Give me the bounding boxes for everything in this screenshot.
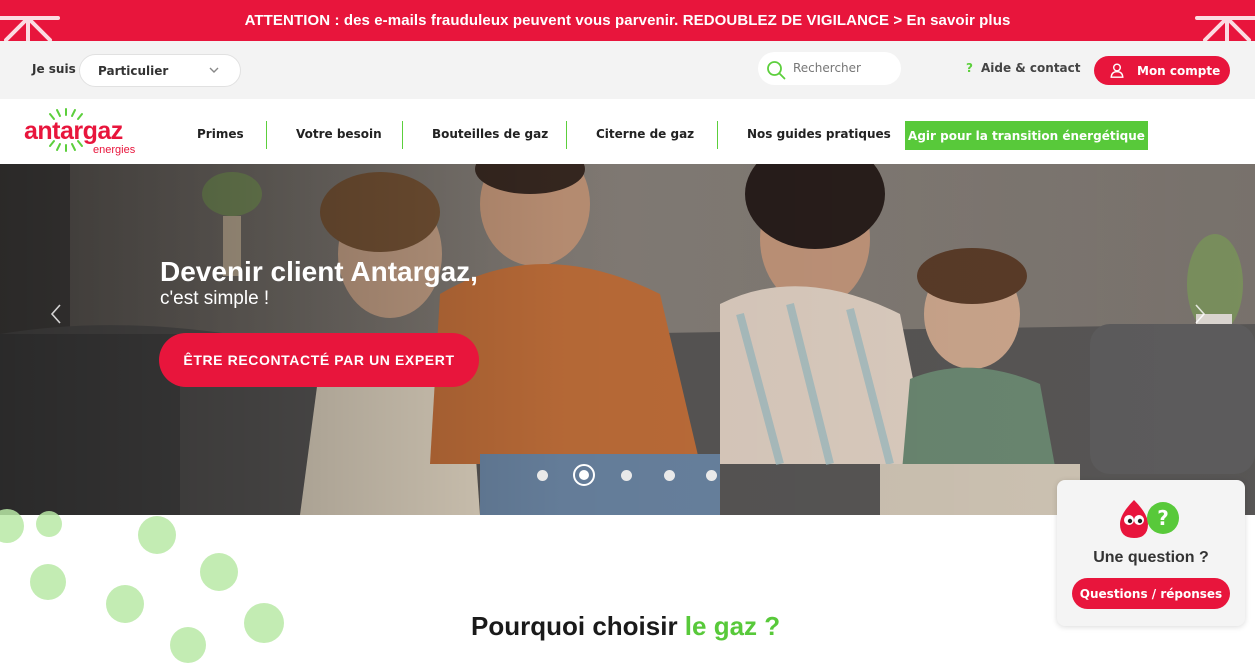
antargaz-logo[interactable]: antargaz energies [22, 107, 147, 157]
nav-divider [566, 121, 567, 149]
search-input[interactable] [793, 58, 893, 78]
user-icon [1110, 63, 1124, 78]
hero-title: Devenir client Antargaz, [160, 256, 478, 287]
contact-expert-button[interactable]: ÊTRE RECONTACTÉ PAR UN EXPERT [159, 333, 479, 387]
hero-subtitle: c'est simple ! [160, 288, 270, 309]
mascot-icon: ? [1120, 500, 1179, 538]
carousel-dot[interactable] [664, 470, 675, 481]
svg-text:?: ? [1157, 506, 1169, 530]
carousel-dot[interactable] [706, 470, 717, 481]
nav-divider [717, 121, 718, 149]
chevron-right-icon[interactable] [1192, 302, 1208, 326]
decor-circle [170, 627, 206, 663]
decor-circle [106, 585, 144, 623]
decor-circle [30, 564, 66, 600]
my-account-label: Mon compte [1137, 63, 1221, 78]
nav-item-primes[interactable]: Primes [197, 127, 244, 141]
energy-transition-button[interactable]: Agir pour la transition énergétique [905, 121, 1148, 150]
section-title-accent: le gaz ? [684, 611, 781, 641]
help-contact-link[interactable]: ? Aide & contact [966, 61, 1081, 75]
hero-carousel: Devenir client Antargaz, c'est simple ! … [0, 164, 1255, 515]
faq-widget: ? Une question ? Questions / réponses [1057, 480, 1245, 626]
carousel-dot[interactable] [621, 470, 632, 481]
nav-item-guides[interactable]: Nos guides pratiques [747, 127, 891, 141]
alert-text[interactable]: ATTENTION : des e-mails frauduleux peuve… [245, 12, 1011, 29]
utility-bar: Je suis : Particulier ? Aide & contact M… [0, 41, 1255, 99]
nav-divider [266, 121, 267, 149]
logo-wordmark: antargaz [24, 117, 123, 145]
search-icon[interactable] [766, 60, 786, 80]
section-title: Pourquoi choisir le gaz ? [471, 611, 780, 642]
my-account-button[interactable]: Mon compte [1094, 56, 1230, 85]
help-contact-label: Aide & contact [980, 61, 1081, 75]
chevron-left-icon[interactable] [48, 302, 64, 326]
carousel-dot-active[interactable] [573, 464, 595, 486]
profile-select-value: Particulier [98, 63, 169, 78]
burst-decoration-icon [0, 16, 60, 41]
decor-circle [138, 516, 176, 554]
nav-item-votre-besoin[interactable]: Votre besoin [296, 127, 382, 141]
faq-button[interactable]: Questions / réponses [1072, 578, 1230, 609]
chevron-down-icon [209, 67, 219, 73]
profile-label: Je suis : [32, 62, 85, 76]
logo-subtitle: energies [93, 144, 136, 156]
main-nav: antargaz energies Primes Votre besoin Bo… [0, 99, 1255, 164]
search-box[interactable] [758, 52, 901, 85]
fraud-alert-banner[interactable]: ATTENTION : des e-mails frauduleux peuve… [0, 0, 1255, 41]
nav-item-bouteilles[interactable]: Bouteilles de gaz [432, 127, 548, 141]
section-title-main: Pourquoi choisir [471, 611, 685, 641]
faq-title: Une question ? [1093, 549, 1209, 566]
carousel-dot[interactable] [537, 470, 548, 481]
decor-circle [200, 553, 238, 591]
burst-decoration-icon [1195, 16, 1255, 41]
profile-select[interactable]: Particulier [79, 54, 241, 87]
help-icon: ? [966, 61, 973, 75]
decor-circle [36, 511, 62, 537]
decor-circle [0, 509, 24, 543]
decor-circle [244, 603, 284, 643]
nav-item-citerne[interactable]: Citerne de gaz [596, 127, 694, 141]
nav-divider [402, 121, 403, 149]
